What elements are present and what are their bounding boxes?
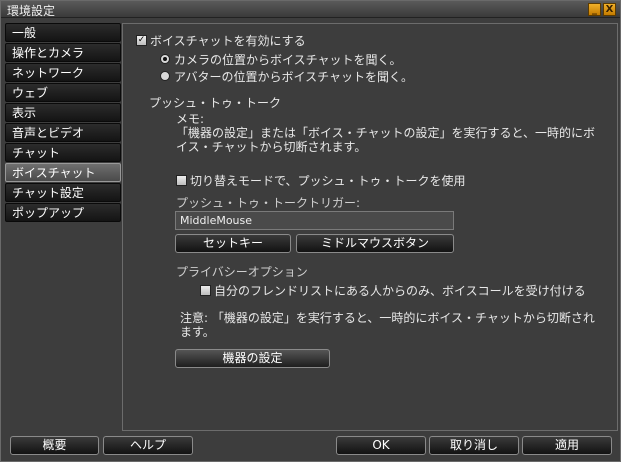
privacy-heading: プライバシーオプション [176,265,308,279]
trigger-field[interactable]: MiddleMouse [175,211,454,230]
listen-from-camera-radio[interactable] [160,54,170,64]
toggle-mode-checkbox[interactable] [176,175,187,186]
sidebar-item-input-camera[interactable]: 操作とカメラ [5,43,121,62]
sidebar-item-popups[interactable]: ポップアップ [5,203,121,222]
listen-from-camera-label: カメラの位置からボイスチャットを聞く。 [174,53,402,67]
window-title: 環境設定 [7,4,56,18]
sidebar: 一般 操作とカメラ ネットワーク ウェブ 表示 音声とビデオ チャット ボイスチ… [5,23,121,223]
voice-chat-panel: ✓ ボイスチャットを有効にする カメラの位置からボイスチャットを聞く。 アバター… [122,23,618,431]
help-button[interactable]: ヘルプ [103,436,193,455]
sidebar-item-chat-settings[interactable]: チャット設定 [5,183,121,202]
note-line1: 注意: 「機器の設定」を実行すると、一時的にボイス・チャットから切断され [180,311,595,325]
cancel-button[interactable]: 取り消し [429,436,519,455]
title-bar[interactable]: 環境設定 _ X [1,1,620,18]
about-button[interactable]: 概要 [10,436,99,455]
trigger-label: プッシュ・トゥ・トークトリガー: [176,196,361,210]
enable-voice-checkbox[interactable]: ✓ [136,35,147,46]
listen-from-avatar-label: アバターの位置からボイスチャットを聞く。 [174,70,414,84]
sidebar-item-chat[interactable]: チャット [5,143,121,162]
sidebar-item-voice-chat[interactable]: ボイスチャット [5,163,121,182]
sidebar-item-audio-video[interactable]: 音声とビデオ [5,123,121,142]
preferences-window: 環境設定 _ X 一般 操作とカメラ ネットワーク ウェブ 表示 音声とビデオ … [0,0,621,462]
sidebar-item-web[interactable]: ウェブ [5,83,121,102]
friends-only-checkbox[interactable] [200,285,211,296]
enable-voice-label: ボイスチャットを有効にする [150,34,306,48]
sidebar-item-graphics[interactable]: 表示 [5,103,121,122]
memo-text-line2: イス・チャットから切断されます。 [176,140,367,154]
set-key-button[interactable]: セットキー [175,234,291,253]
ok-button[interactable]: OK [336,436,426,455]
middle-mouse-button[interactable]: ミドルマウスボタン [296,234,454,253]
push-to-talk-heading: プッシュ・トゥ・トーク [149,96,282,110]
sidebar-item-network[interactable]: ネットワーク [5,63,121,82]
toggle-mode-label: 切り替えモードで、プッシュ・トゥ・トークを使用 [190,174,466,188]
listen-from-avatar-radio[interactable] [160,71,170,81]
apply-button[interactable]: 適用 [522,436,612,455]
note-line2: ます。 [180,325,215,339]
device-settings-button[interactable]: 機器の設定 [175,349,330,368]
sidebar-item-general[interactable]: 一般 [5,23,121,42]
close-icon[interactable]: X [603,3,616,16]
friends-only-label: 自分のフレンドリストにある人からのみ、ボイスコールを受け付ける [214,284,586,298]
minimize-icon[interactable]: _ [588,3,601,16]
